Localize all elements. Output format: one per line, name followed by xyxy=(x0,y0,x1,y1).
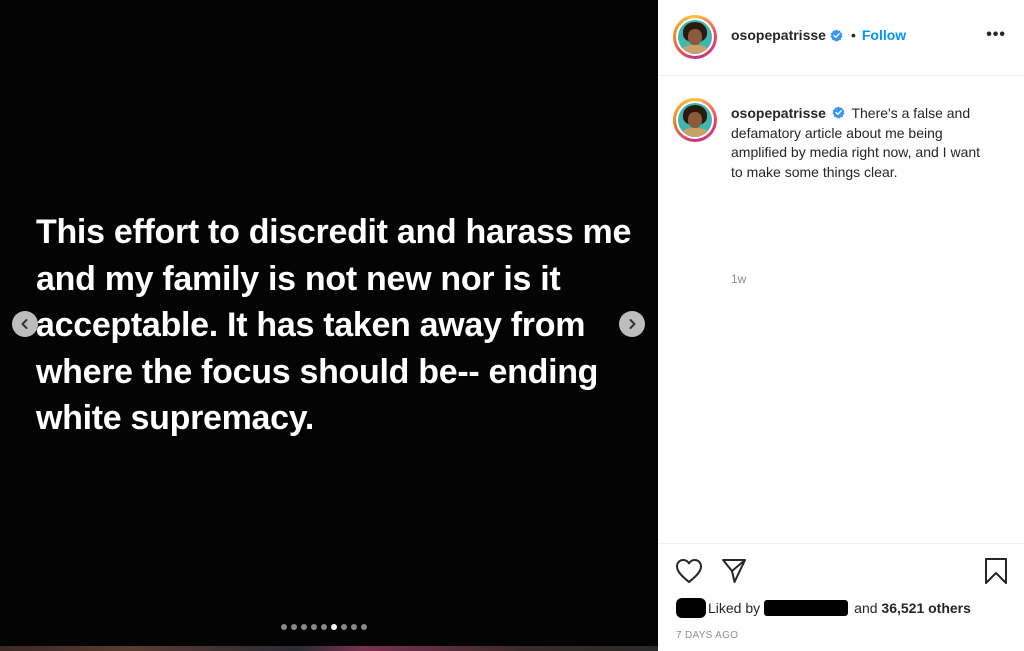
post-side-panel: osopepatrisse • Follow ••• osopepatrisse… xyxy=(658,0,1024,651)
bookmark-icon[interactable] xyxy=(984,557,1008,585)
separator-dot: • xyxy=(850,27,856,43)
carousel-dot xyxy=(331,624,337,630)
carousel-dot xyxy=(341,624,347,630)
share-icon[interactable] xyxy=(720,557,748,585)
header-username[interactable]: osopepatrisse xyxy=(731,27,826,43)
heart-icon[interactable] xyxy=(675,558,703,584)
carousel-dot xyxy=(321,624,327,630)
caption-section: osopepatrisse There's a false and defama… xyxy=(658,76,1024,543)
liked-by-suffix: and xyxy=(854,600,878,616)
carousel-dot xyxy=(291,624,297,630)
chevron-right-icon xyxy=(629,319,636,329)
follow-button[interactable]: Follow xyxy=(862,27,906,43)
background-image-strip xyxy=(0,646,658,651)
post-media: This effort to discredit and harass me a… xyxy=(0,0,658,651)
caption-timestamp[interactable]: 1w xyxy=(731,272,746,286)
media-quote-text: This effort to discredit and harass me a… xyxy=(36,213,632,437)
verified-badge-icon xyxy=(832,106,845,119)
redacted-avatar xyxy=(676,598,706,618)
avatar[interactable] xyxy=(673,15,717,59)
next-slide-button[interactable] xyxy=(619,311,645,337)
post-header: osopepatrisse • Follow ••• xyxy=(658,0,1024,76)
previous-slide-button[interactable] xyxy=(12,311,38,337)
carousel-dot xyxy=(281,624,287,630)
redacted-username xyxy=(764,600,849,616)
carousel-dot xyxy=(361,624,367,630)
carousel-dot xyxy=(351,624,357,630)
chevron-left-icon xyxy=(21,319,28,329)
caption-text: osopepatrisse There's a false and defama… xyxy=(731,104,993,182)
carousel-dot xyxy=(311,624,317,630)
post-actions: Liked by and 36,521 others 7 DAYS AGO xyxy=(658,543,1024,651)
caption-username[interactable]: osopepatrisse xyxy=(731,105,826,121)
others-link[interactable]: 36,521 others xyxy=(881,600,971,616)
caption-avatar[interactable] xyxy=(673,98,717,142)
verified-badge-icon xyxy=(830,28,843,42)
carousel-indicator xyxy=(281,624,367,630)
liked-by-prefix: Liked by xyxy=(708,600,761,616)
post-date[interactable]: 7 DAYS AGO xyxy=(676,630,738,641)
carousel-dot xyxy=(301,624,307,630)
likes-summary: Liked by and 36,521 others xyxy=(676,598,971,618)
more-options-icon[interactable]: ••• xyxy=(986,26,1006,44)
